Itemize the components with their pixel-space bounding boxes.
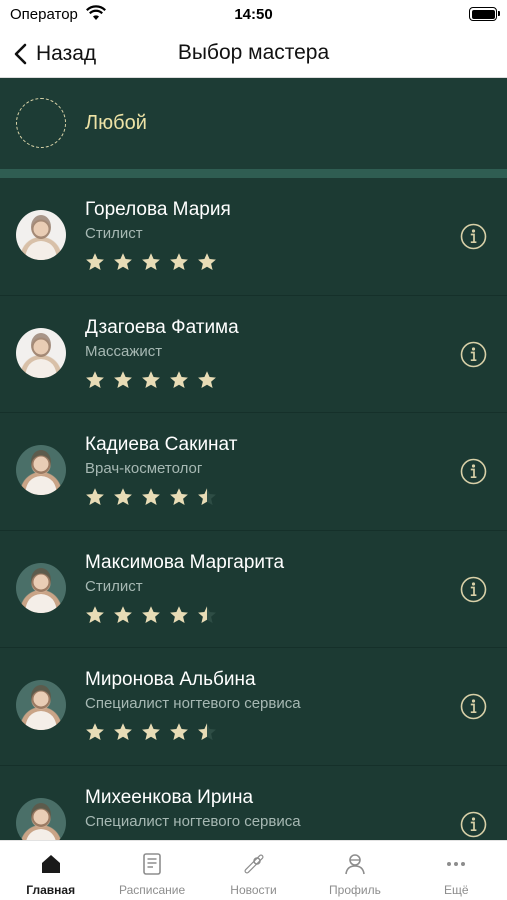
tab-label: Новости bbox=[230, 883, 277, 897]
star-icon bbox=[198, 605, 216, 623]
star-icon bbox=[198, 370, 216, 388]
tab-label: Профиль bbox=[329, 883, 381, 897]
section-divider bbox=[0, 169, 507, 178]
star-icon bbox=[142, 723, 160, 740]
master-name: Максимова Маргарита bbox=[85, 551, 285, 573]
master-role: Специалист ногтевого сервиса bbox=[85, 695, 301, 712]
master-name: Горелова Мария bbox=[85, 199, 231, 220]
star-icon bbox=[86, 488, 104, 505]
master-role: Стилист bbox=[85, 577, 143, 595]
navigation-bar: Назад Выбор мастера bbox=[0, 30, 507, 78]
star-icon bbox=[170, 253, 188, 270]
status-time: 14:50 bbox=[234, 6, 273, 23]
info-icon[interactable] bbox=[460, 811, 487, 838]
more-icon bbox=[447, 862, 466, 866]
home-icon bbox=[41, 855, 60, 873]
rating-stars bbox=[85, 370, 217, 392]
master-row[interactable]: Кадиева Сакинат Врач-косметолог bbox=[0, 413, 507, 531]
star-icon bbox=[142, 488, 160, 505]
star-icon bbox=[198, 253, 216, 270]
info-icon[interactable] bbox=[460, 341, 487, 368]
master-row[interactable]: Максимова Маргарита Стилист bbox=[0, 531, 507, 648]
star-icon bbox=[142, 253, 160, 270]
star-icon bbox=[170, 723, 188, 740]
app-screen: Оператор 14:50 Назад Выбор мастера Любой bbox=[0, 0, 507, 900]
star-icon bbox=[86, 723, 104, 740]
master-role: Стилист bbox=[85, 225, 143, 242]
tab-more[interactable]: Ещё bbox=[406, 841, 507, 900]
master-name: Миронова Альбина bbox=[85, 669, 256, 690]
star-icon bbox=[114, 370, 132, 388]
any-master-label: Любой bbox=[85, 112, 147, 134]
master-avatar bbox=[16, 562, 66, 613]
master-role: Массажист bbox=[85, 342, 163, 360]
star-icon bbox=[86, 370, 104, 388]
info-icon[interactable] bbox=[460, 576, 487, 603]
star-icon bbox=[198, 488, 216, 505]
master-avatar bbox=[16, 445, 66, 495]
master-avatar bbox=[16, 680, 66, 730]
tab-home[interactable]: Главная bbox=[0, 841, 101, 900]
any-master-placeholder-avatar bbox=[16, 98, 66, 148]
star-icon bbox=[170, 370, 188, 388]
schedule-icon bbox=[143, 853, 161, 875]
any-master-option[interactable]: Любой bbox=[0, 78, 507, 170]
rating-stars bbox=[85, 605, 217, 627]
rating-stars bbox=[85, 252, 217, 274]
master-row[interactable]: Горелова Мария Стилист bbox=[0, 178, 507, 296]
master-row[interactable]: Михеенкова Ирина Специалист ногтевого се… bbox=[0, 766, 507, 840]
tab-profile[interactable]: Профиль bbox=[304, 841, 405, 900]
master-role: Специалист ногтевого сервиса bbox=[85, 812, 301, 830]
master-avatar bbox=[16, 210, 66, 260]
master-name: Кадиева Сакинат bbox=[85, 434, 238, 455]
master-name: Дзагоева Фатима bbox=[85, 316, 239, 338]
tab-schedule[interactable]: Расписание bbox=[101, 841, 202, 900]
master-avatar bbox=[16, 327, 66, 378]
star-icon bbox=[142, 605, 160, 623]
tab-news[interactable]: Новости bbox=[203, 841, 304, 900]
star-icon bbox=[114, 253, 132, 270]
tab-label: Главная bbox=[26, 883, 76, 897]
master-row[interactable]: Миронова Альбина Специалист ногтевого се… bbox=[0, 648, 507, 766]
star-icon bbox=[142, 370, 160, 388]
star-icon bbox=[170, 488, 188, 505]
star-icon bbox=[114, 605, 132, 623]
master-row[interactable]: Дзагоева Фатима Массажист bbox=[0, 296, 507, 413]
tab-label: Расписание bbox=[119, 883, 186, 897]
profile-icon bbox=[345, 854, 365, 875]
tab-bar: Главная Расписание Новости Профиль Ещё bbox=[0, 840, 507, 900]
star-icon bbox=[114, 723, 132, 740]
master-name: Михеенкова Ирина bbox=[85, 786, 254, 808]
status-bar: Оператор 14:50 bbox=[0, 0, 507, 30]
info-icon[interactable] bbox=[460, 693, 487, 720]
star-icon bbox=[198, 723, 216, 740]
star-icon bbox=[86, 605, 104, 623]
star-icon bbox=[86, 253, 104, 270]
master-avatar bbox=[16, 797, 66, 840]
tab-label: Ещё bbox=[444, 883, 469, 897]
battery-icon bbox=[469, 7, 500, 21]
star-icon bbox=[114, 488, 132, 505]
info-icon[interactable] bbox=[460, 458, 487, 485]
rating-stars bbox=[85, 487, 217, 509]
info-icon[interactable] bbox=[460, 223, 487, 250]
master-list[interactable]: Горелова Мария Стилист Дзагоева Фатима М… bbox=[0, 178, 507, 840]
master-role: Врач-косметолог bbox=[85, 460, 203, 477]
news-icon bbox=[244, 854, 264, 874]
page-title: Выбор мастера bbox=[177, 41, 330, 64]
rating-stars bbox=[85, 722, 217, 744]
star-icon bbox=[170, 605, 188, 623]
